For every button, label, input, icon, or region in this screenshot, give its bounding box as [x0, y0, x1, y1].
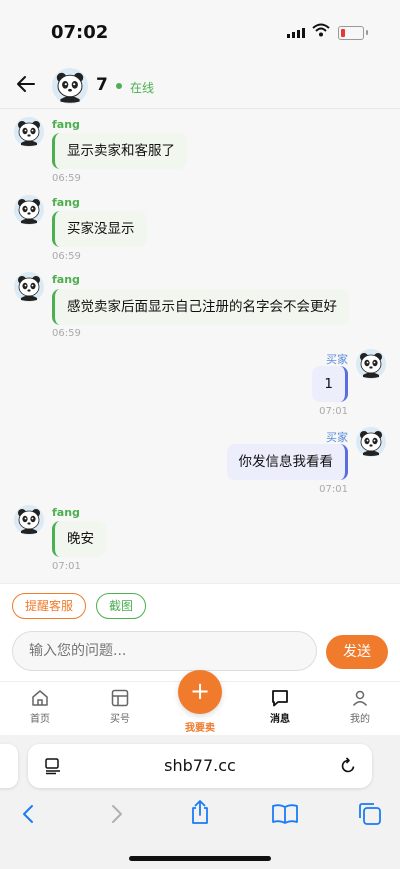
battery-icon — [338, 26, 368, 40]
cellular-signal-icon — [287, 28, 305, 38]
contact-avatar[interactable] — [52, 68, 88, 104]
message-bubble[interactable]: 买家没显示 — [52, 211, 147, 247]
sender-avatar[interactable] — [356, 427, 386, 457]
online-status-label: 在线 — [130, 81, 155, 95]
sender-avatar[interactable] — [356, 349, 386, 379]
composer-panel: 提醒客服 截图 发送 — [0, 583, 400, 682]
tab-home-label: 首页 — [30, 714, 50, 725]
tab-sell-label[interactable]: 我要卖 — [170, 719, 230, 734]
message-bubble[interactable]: 晚安 — [52, 521, 106, 557]
tab-messages[interactable]: 消息 — [250, 688, 310, 725]
send-button[interactable]: 发送 — [326, 635, 388, 669]
address-domain: shb77.cc — [164, 756, 236, 775]
message-bubble[interactable]: 你发信息我看看 — [226, 444, 348, 480]
message-time: 06:59 — [52, 251, 81, 262]
tab-buy-label: 买号 — [110, 714, 130, 725]
sender-avatar[interactable] — [14, 195, 44, 225]
browser-toolbar: shb77.cc — [0, 735, 400, 869]
user-icon — [352, 690, 368, 707]
chat-header: 7 在线 — [0, 62, 400, 109]
bottom-tab-bar: 首页 买号 + 我要卖 消息 我的 — [0, 670, 400, 736]
chat-bubble-icon — [272, 690, 288, 707]
share-icon[interactable] — [188, 799, 212, 825]
message-sender: fang — [52, 506, 80, 519]
back-nav-icon[interactable] — [18, 803, 40, 825]
message-sender: fang — [52, 273, 80, 286]
message-sender: 买家 — [326, 431, 348, 444]
reload-icon[interactable] — [338, 756, 358, 776]
tab-home[interactable]: 首页 — [10, 688, 70, 725]
wifi-icon — [312, 23, 330, 37]
tab-mine[interactable]: 我的 — [330, 688, 390, 725]
online-status-dot — [116, 83, 122, 89]
address-bar[interactable]: shb77.cc — [28, 744, 372, 788]
message-bubble[interactable]: 显示卖家和客服了 — [52, 133, 187, 169]
tab-messages-label: 消息 — [270, 714, 290, 725]
message-bubble[interactable]: 1 — [312, 366, 348, 402]
tab-buy[interactable]: 买号 — [90, 688, 150, 725]
back-arrow-icon[interactable] — [14, 72, 38, 96]
message-input[interactable] — [12, 631, 317, 671]
tabs-icon[interactable] — [357, 801, 383, 827]
sender-avatar[interactable] — [14, 272, 44, 302]
message-list[interactable]: fang 显示卖家和客服了 06:59 fang 买家没显示 06:59 fan… — [0, 109, 400, 583]
message-time: 06:59 — [52, 328, 81, 339]
sender-avatar[interactable] — [14, 117, 44, 147]
grid-icon — [111, 689, 129, 707]
message-sender: fang — [52, 118, 80, 131]
forward-nav-icon[interactable] — [105, 803, 127, 825]
message-time: 07:01 — [319, 484, 348, 495]
contact-name: 7 — [96, 75, 108, 95]
message-time: 07:01 — [319, 406, 348, 417]
home-icon — [32, 690, 48, 706]
message-sender: 买家 — [326, 353, 348, 366]
message-time: 07:01 — [52, 561, 81, 572]
screenshot-button[interactable]: 截图 — [96, 593, 147, 619]
status-bar: 07:02 — [0, 0, 400, 62]
remind-service-button[interactable]: 提醒客服 — [12, 593, 87, 619]
bookmarks-icon[interactable] — [271, 803, 299, 825]
message-sender: fang — [52, 196, 80, 209]
tab-mine-label: 我的 — [350, 714, 370, 725]
sell-plus-button[interactable]: + — [178, 670, 222, 714]
previous-tab-preview[interactable] — [0, 744, 18, 788]
sender-avatar[interactable] — [14, 505, 44, 535]
status-time: 07:02 — [51, 22, 109, 43]
message-time: 06:59 — [52, 173, 81, 184]
message-bubble[interactable]: 感觉卖家后面显示自己注册的名字会不会更好 — [52, 289, 349, 325]
home-indicator — [129, 856, 271, 861]
